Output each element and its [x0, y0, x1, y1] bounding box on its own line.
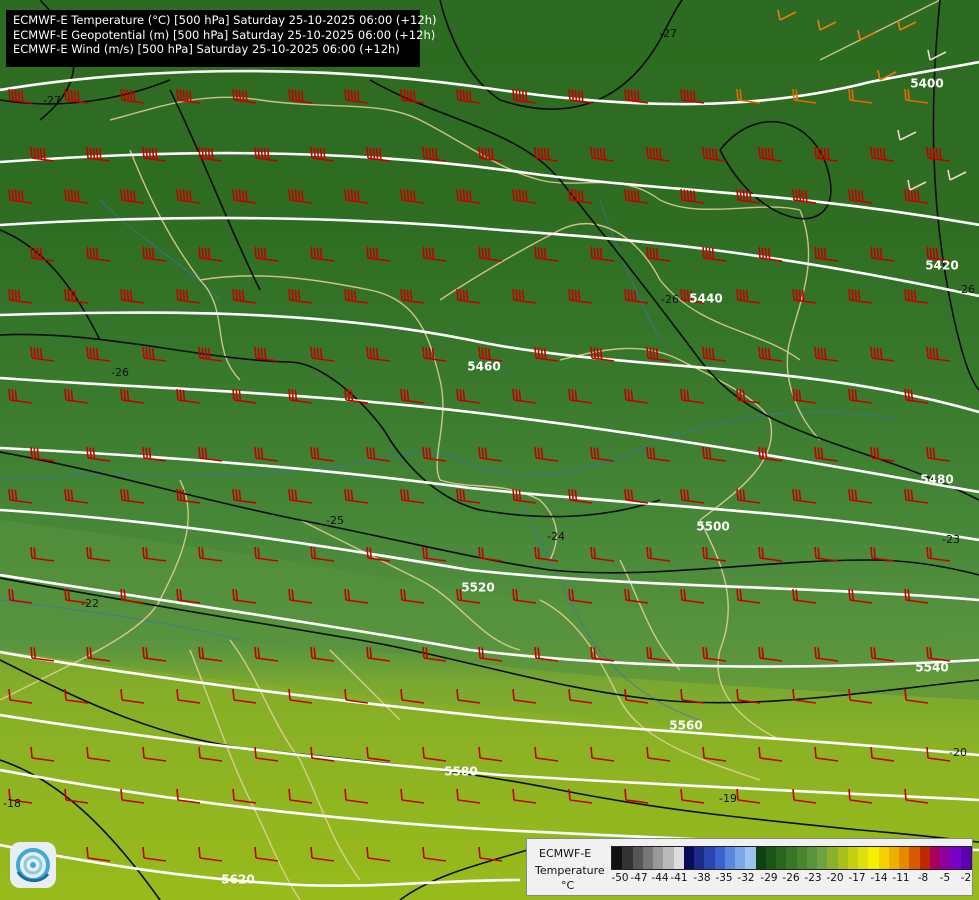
legend-swatch	[827, 847, 838, 869]
geopotential-label: 5540	[915, 661, 948, 675]
legend-color-bar	[611, 846, 972, 870]
weather-map: 5400 5420 5440 5460 5480 5500 5520 5540 5560 5580…	[0, 0, 979, 900]
geopotential-label: 5460	[467, 360, 500, 374]
geopotential-label: 5620	[221, 873, 254, 887]
legend-swatch	[663, 847, 674, 869]
legend-swatch	[929, 847, 940, 869]
temperature-legend: ECMWF-E Temperature °C -50 -47 -44 -41 -38 -3…	[526, 838, 973, 896]
legend-tick-label: -14	[870, 872, 888, 884]
legend-swatch	[837, 847, 848, 869]
title-line-wind: ECMWF-E Wind (m/s) [500 hPa] Saturday 25…	[13, 42, 400, 56]
legend-swatch	[704, 847, 715, 869]
legend-swatch	[653, 847, 664, 869]
temperature-label: -25	[326, 514, 344, 527]
legend-tick-label: -17	[848, 872, 866, 884]
temperature-label: -23	[942, 533, 960, 546]
legend-swatch	[806, 847, 817, 869]
legend-tick-label: -41	[670, 872, 688, 884]
legend-swatch	[673, 847, 684, 869]
temperature-label: -26	[661, 293, 679, 306]
legend-swatch	[888, 847, 899, 869]
geopotential-label: 5480	[920, 473, 953, 487]
legend-swatch	[868, 847, 879, 869]
legend-swatch	[724, 847, 735, 869]
title-line-geopotential: ECMWF-E Geopotential (m) [500 hPa] Satur…	[13, 27, 436, 42]
legend-swatch	[642, 847, 653, 869]
map-canvas: 5400 5420 5440 5460 5480 5500 5520 5540 5560 5580…	[0, 0, 979, 900]
legend-swatch	[909, 847, 920, 869]
legend-tick-label: -29	[760, 872, 778, 884]
temperature-label: -26	[111, 366, 129, 379]
legend-swatch	[847, 847, 858, 869]
legend-tick-label: -11	[892, 872, 910, 884]
legend-swatch	[776, 847, 787, 869]
legend-swatch	[950, 847, 961, 869]
swirl-logo-icon	[16, 848, 50, 882]
legend-tick-label: -23	[804, 872, 822, 884]
legend-swatch	[632, 847, 643, 869]
legend-swatch	[755, 847, 766, 869]
legend-swatch	[940, 847, 951, 869]
legend-tick-label: -8	[917, 872, 929, 884]
legend-swatch	[899, 847, 910, 869]
legend-swatch	[735, 847, 746, 869]
legend-swatch	[765, 847, 776, 869]
legend-tick-labels: -50 -47 -44 -41 -38 -35 -32 -29 -26 -23 -20 -17 -14-…	[611, 872, 972, 888]
legend-tick-label: -38	[693, 872, 711, 884]
legend-swatch	[612, 847, 623, 869]
temperature-label: -27	[659, 27, 677, 40]
legend-tick-label: -20	[826, 872, 844, 884]
legend-tick-label: -44	[651, 872, 669, 884]
geopotential-label: 5580	[444, 765, 477, 779]
legend-tick-label: -26	[782, 872, 800, 884]
legend-tick-label: -32	[737, 872, 755, 884]
geopotential-label: 5400	[910, 77, 943, 91]
legend-swatch	[622, 847, 633, 869]
legend-swatch	[878, 847, 889, 869]
legend-tick-label: -5	[939, 872, 951, 884]
geopotential-label: 5560	[669, 719, 702, 733]
legend-swatch	[817, 847, 828, 869]
temperature-label: -18	[3, 797, 21, 810]
geopotential-label: 5520	[461, 581, 494, 595]
legend-unit: °C	[561, 879, 575, 892]
legend-model-name: ECMWF-E	[539, 847, 592, 860]
legend-swatch	[745, 847, 756, 869]
legend-swatch	[714, 847, 725, 869]
geopotential-label: 5440	[689, 292, 722, 306]
temperature-label: -22	[81, 597, 99, 610]
temperature-label: -27	[43, 94, 61, 107]
temperature-label: -19	[719, 792, 737, 805]
temperature-label: -24	[547, 530, 565, 543]
legend-tick-label: -47	[630, 872, 648, 884]
geopotential-label: 5500	[696, 520, 729, 534]
legend-swatch	[694, 847, 705, 869]
legend-swatch	[683, 847, 694, 869]
legend-tick-label: -35	[715, 872, 733, 884]
legend-swatch	[858, 847, 869, 869]
legend-swatch	[960, 847, 971, 869]
geopotential-label: 5420	[925, 259, 958, 273]
legend-tick-label: -2	[960, 872, 972, 884]
provider-logo	[10, 842, 56, 888]
legend-swatch	[796, 847, 807, 869]
temperature-label: -26	[957, 283, 975, 296]
map-title-box: ECMWF-E Temperature (°C) [500 hPa] Satur…	[6, 10, 437, 67]
legend-swatch	[919, 847, 930, 869]
legend-swatch	[786, 847, 797, 869]
legend-tick-label: -50	[611, 872, 629, 884]
title-line-temperature: ECMWF-E Temperature (°C) [500 hPa] Satur…	[13, 13, 437, 27]
temperature-label: -20	[949, 746, 967, 759]
legend-variable-name: Temperature	[535, 864, 605, 877]
